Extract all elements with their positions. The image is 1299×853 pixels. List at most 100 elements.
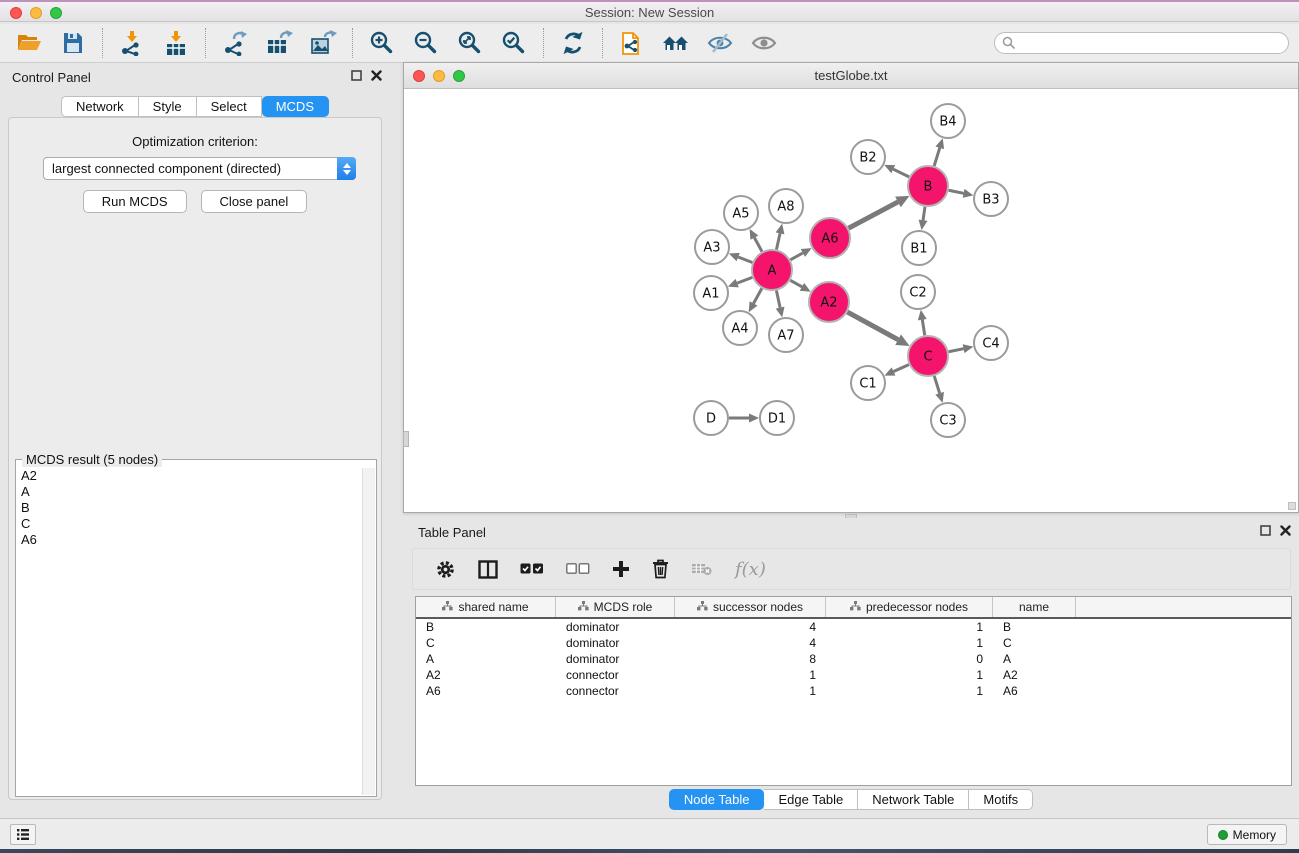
graph-edge-A-A4[interactable] [754, 288, 762, 303]
table-cell[interactable]: 4 [675, 619, 826, 635]
table-cell[interactable]: 1 [826, 619, 993, 635]
table-cell[interactable]: 1 [826, 683, 993, 699]
network-canvas[interactable]: AA1A2A3A4A5A6A7A8BB1B2B3B4CC1C2C3C4DD1 [405, 89, 1298, 512]
export-image-icon[interactable] [308, 28, 338, 58]
graph-node-A3[interactable]: A3 [695, 230, 729, 264]
window-resize-grip[interactable] [1288, 502, 1296, 510]
graph-edge-A-A7[interactable] [776, 291, 780, 308]
graph-node-C[interactable]: C [908, 336, 948, 376]
table-cell[interactable]: 1 [826, 667, 993, 683]
result-scrollbar[interactable] [362, 468, 375, 795]
graph-node-B[interactable]: B [908, 166, 948, 206]
table-cell[interactable]: C [993, 635, 1076, 651]
graph-node-A[interactable]: A [752, 250, 792, 290]
graph-edge-A-A3[interactable] [738, 257, 752, 262]
table-cell[interactable]: B [416, 619, 556, 635]
result-item[interactable]: A6 [17, 532, 362, 548]
tab-node-table[interactable]: Node Table [669, 789, 765, 810]
criterion-select[interactable]: largest connected component (directed) [43, 157, 356, 180]
columns-icon[interactable] [478, 560, 498, 579]
graph-node-A8[interactable]: A8 [769, 189, 803, 223]
result-item[interactable]: B [17, 500, 362, 516]
table-row[interactable]: A6connector11A6 [416, 683, 1291, 699]
zoom-fit-icon[interactable] [455, 28, 485, 58]
graph-edge-C-C1[interactable] [894, 365, 909, 372]
graph-edge-A-A6[interactable] [790, 253, 802, 260]
tab-select[interactable]: Select [197, 96, 262, 117]
float-table-panel-icon[interactable] [1260, 525, 1271, 536]
table-cell[interactable]: connector [556, 667, 675, 683]
table-cell[interactable]: dominator [556, 635, 675, 651]
graph-edge-B-B2[interactable] [893, 169, 909, 177]
graph-edge-C-C4[interactable] [949, 349, 964, 352]
graph-node-B1[interactable]: B1 [902, 231, 936, 265]
table-row[interactable]: Adominator80A [416, 651, 1291, 667]
graph-edge-A-A1[interactable] [737, 277, 752, 283]
save-session-icon[interactable] [58, 28, 88, 58]
graph-node-A4[interactable]: A4 [723, 311, 757, 345]
tab-motifs[interactable]: Motifs [969, 789, 1033, 810]
table-cell[interactable]: 1 [826, 635, 993, 651]
mcds-result-list[interactable]: A2ABCA6 [17, 468, 362, 795]
table-cell[interactable]: connector [556, 683, 675, 699]
tab-style[interactable]: Style [139, 96, 197, 117]
column-header-name[interactable]: name [993, 597, 1076, 617]
task-history-button[interactable] [10, 824, 36, 845]
table-row[interactable]: Bdominator41B [416, 619, 1291, 635]
graph-node-C3[interactable]: C3 [931, 403, 965, 437]
export-network-icon[interactable] [220, 28, 250, 58]
table-cell[interactable]: dominator [556, 619, 675, 635]
export-table-icon[interactable] [264, 28, 294, 58]
zoom-selected-icon[interactable] [499, 28, 529, 58]
search-input[interactable] [1017, 36, 1288, 50]
show-all-icon[interactable] [749, 28, 779, 58]
function-builder-icon[interactable]: f(x) [735, 559, 766, 580]
table-cell[interactable]: C [416, 635, 556, 651]
import-table-icon[interactable] [161, 28, 191, 58]
deselect-all-icon[interactable] [566, 563, 590, 575]
close-panel-button[interactable]: Close panel [201, 190, 308, 213]
network-window-titlebar[interactable]: testGlobe.txt [404, 63, 1298, 89]
graph-edge-C-C3[interactable] [934, 376, 939, 393]
table-cell[interactable]: dominator [556, 651, 675, 667]
open-session-icon[interactable] [14, 28, 44, 58]
table-row[interactable]: Cdominator41C [416, 635, 1291, 651]
graph-node-D1[interactable]: D1 [760, 401, 794, 435]
import-network-icon[interactable] [117, 28, 147, 58]
close-table-panel-icon[interactable] [1280, 525, 1291, 536]
graph-edge-A-A2[interactable] [790, 280, 802, 287]
zoom-in-icon[interactable] [367, 28, 397, 58]
graph-edge-A-A8[interactable] [776, 233, 780, 249]
graph-edge-B-B4[interactable] [934, 148, 940, 166]
table-cell[interactable]: A6 [993, 683, 1076, 699]
graph-node-D[interactable]: D [694, 401, 728, 435]
graph-edge-C-C2[interactable] [922, 320, 924, 336]
float-panel-icon[interactable] [351, 70, 362, 81]
tab-network-table[interactable]: Network Table [858, 789, 969, 810]
search-field[interactable] [994, 32, 1289, 54]
column-header-shared-name[interactable]: shared name [416, 597, 556, 617]
new-network-from-file-icon[interactable] [617, 28, 647, 58]
table-cell[interactable]: A6 [416, 683, 556, 699]
refresh-icon[interactable] [558, 28, 588, 58]
graph-edge-B-B3[interactable] [949, 190, 964, 193]
column-header-predecessor-nodes[interactable]: predecessor nodes [826, 597, 993, 617]
table-cell[interactable]: 1 [675, 667, 826, 683]
tab-mcds[interactable]: MCDS [262, 96, 329, 117]
tab-network[interactable]: Network [61, 96, 139, 117]
graph-node-C1[interactable]: C1 [851, 366, 885, 400]
zoom-out-icon[interactable] [411, 28, 441, 58]
table-cell[interactable]: 0 [826, 651, 993, 667]
tab-edge-table[interactable]: Edge Table [764, 789, 858, 810]
delete-icon[interactable] [652, 559, 669, 579]
select-all-icon[interactable] [520, 563, 544, 575]
table-cell[interactable]: 4 [675, 635, 826, 651]
graph-edge-A-A5[interactable] [754, 238, 762, 252]
table-cell[interactable]: A [993, 651, 1076, 667]
graph-node-C2[interactable]: C2 [901, 275, 935, 309]
graph-node-B4[interactable]: B4 [931, 104, 965, 138]
table-row[interactable]: A2connector11A2 [416, 667, 1291, 683]
graph-edge-A2-C[interactable] [847, 312, 898, 340]
panel-splitter-handle[interactable] [403, 431, 409, 447]
graph-edge-B-B1[interactable] [923, 207, 925, 221]
